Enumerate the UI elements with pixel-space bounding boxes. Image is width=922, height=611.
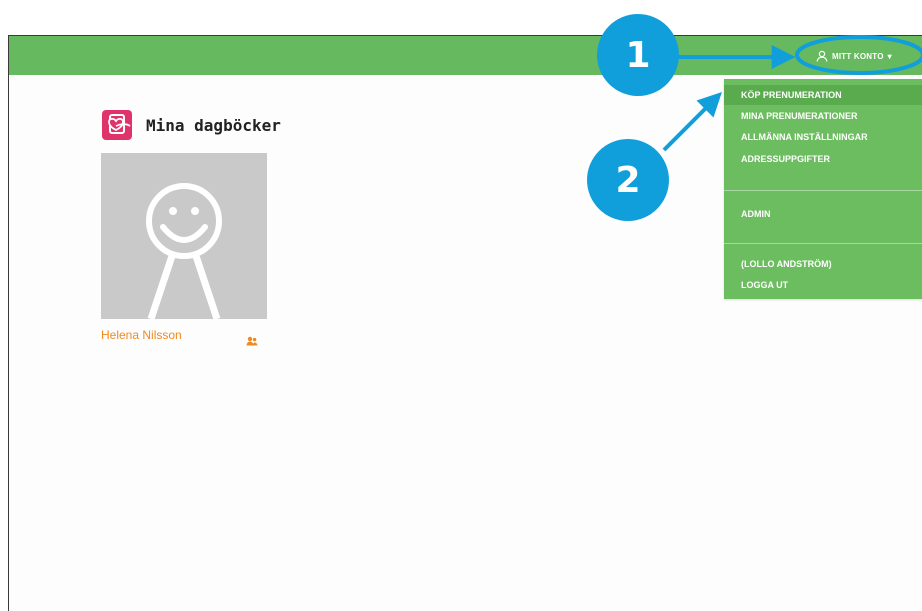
arrow-to-menu: [662, 92, 722, 152]
highlight-ring: [795, 35, 922, 75]
annotation-overlay: [662, 35, 922, 152]
callout-badge-1: 1: [597, 14, 679, 96]
callout-badge-2: 2: [587, 139, 669, 221]
